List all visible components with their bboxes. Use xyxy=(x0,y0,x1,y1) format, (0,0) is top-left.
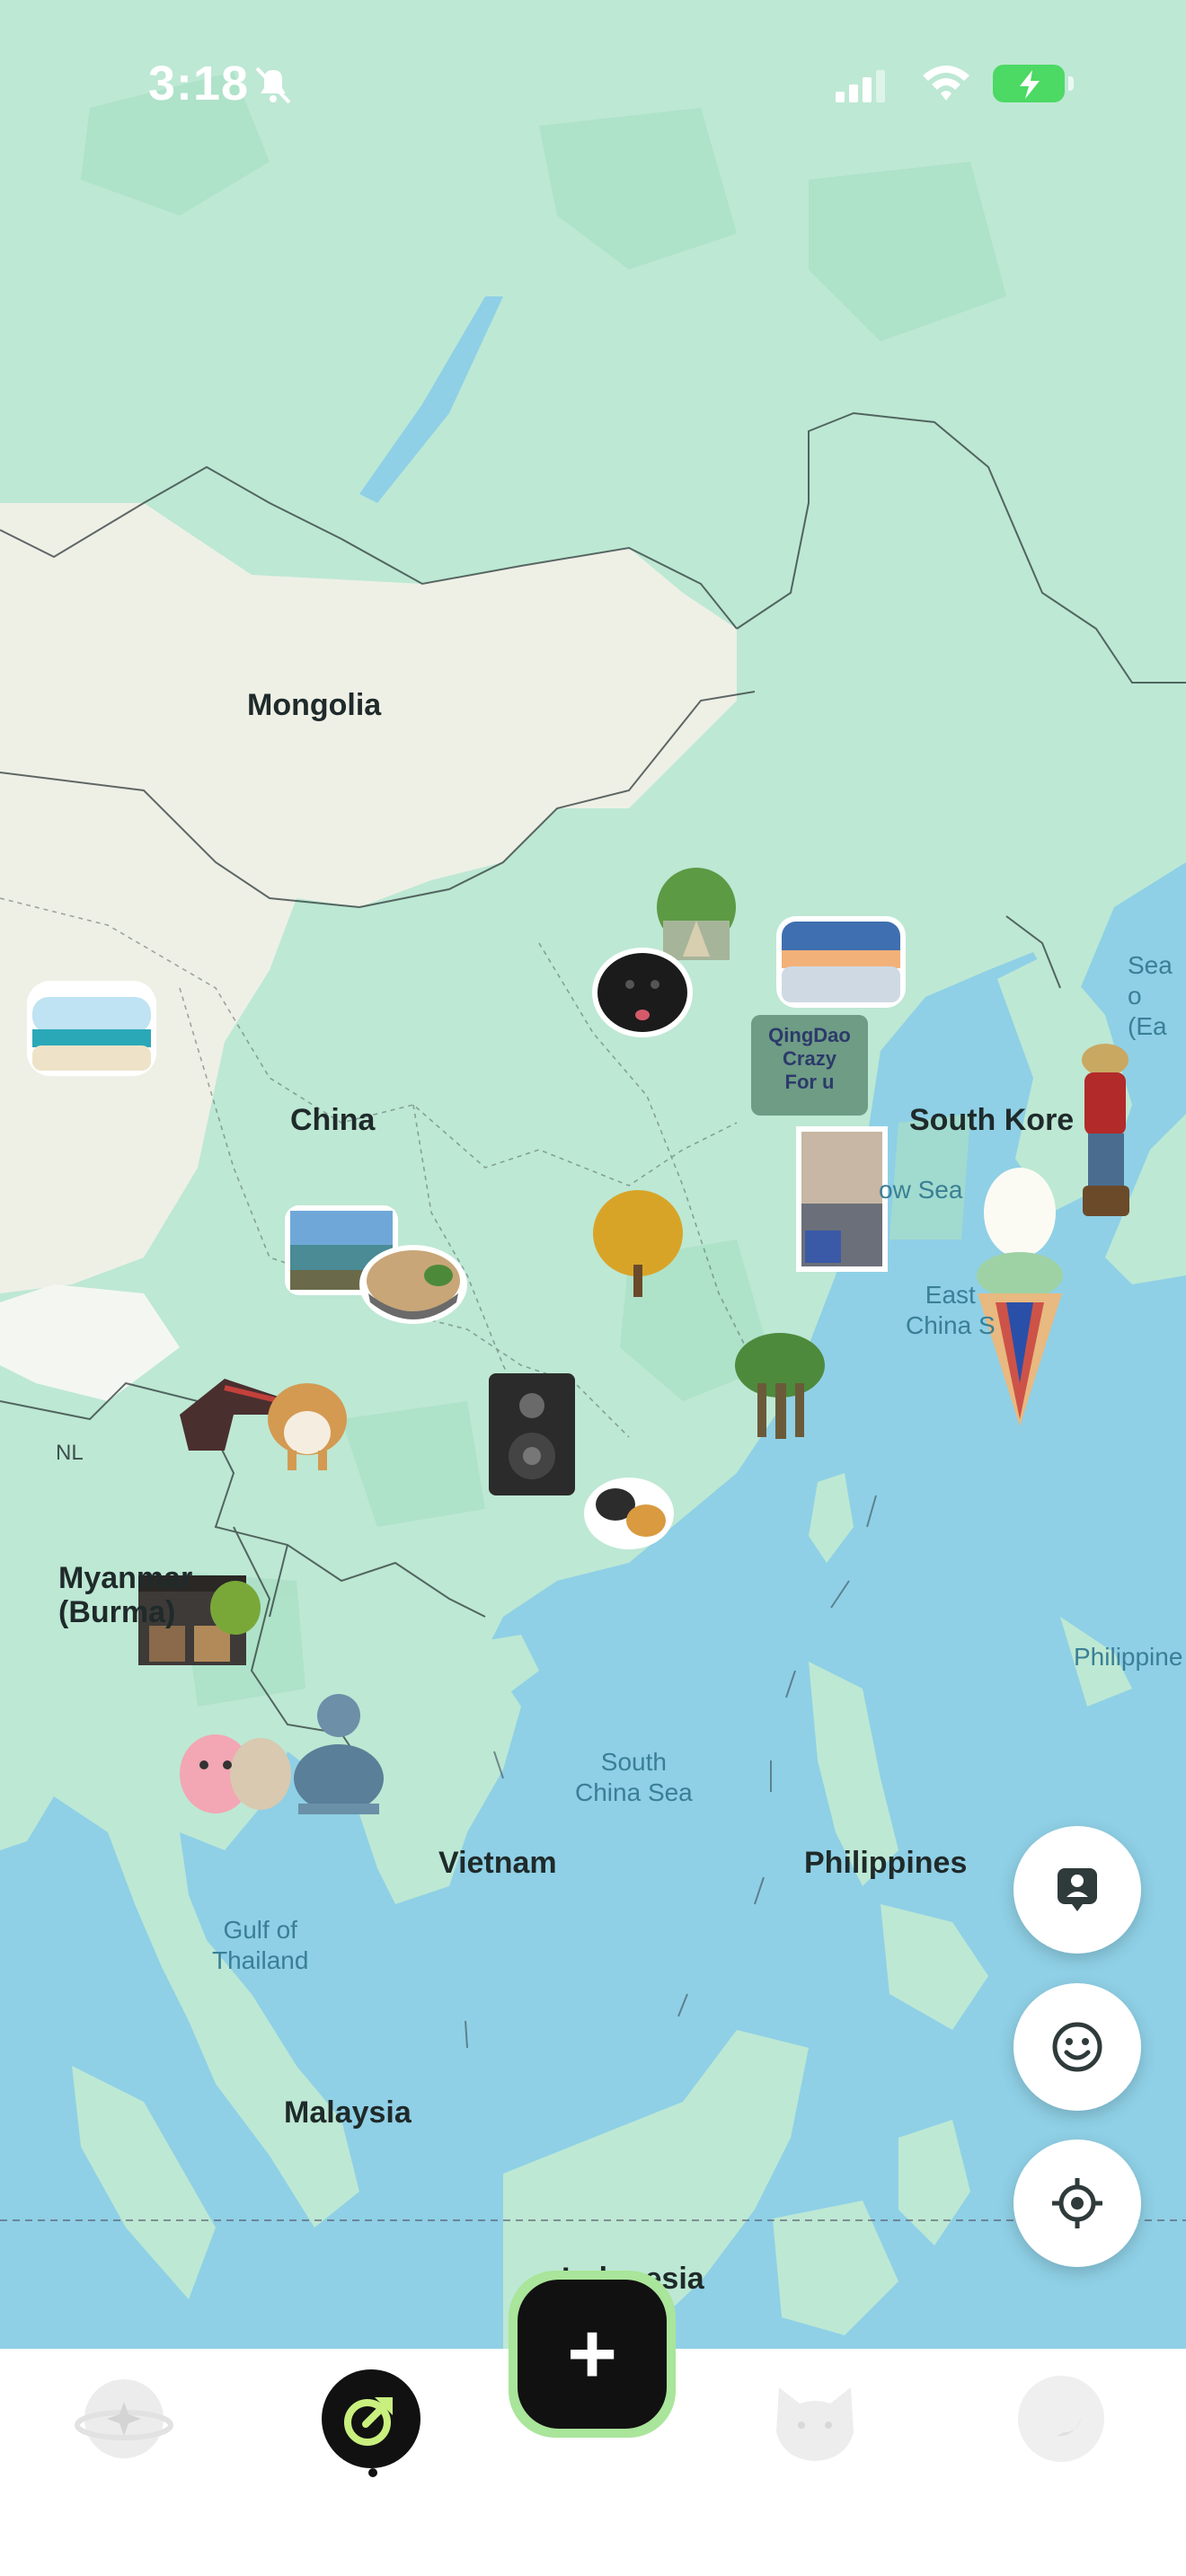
country-label-mongolia: Mongolia xyxy=(247,688,382,722)
country-label-south-korea: South Kore xyxy=(909,1103,1075,1137)
sunrise-sea-sticker[interactable] xyxy=(774,914,907,1010)
country-label-vietnam: Vietnam xyxy=(438,1846,557,1880)
map-marker-label-nl: NL xyxy=(56,1441,84,1465)
emoji-button[interactable] xyxy=(1013,1983,1141,2111)
moon-icon xyxy=(1018,2376,1104,2462)
building-photo-sticker[interactable] xyxy=(792,1123,891,1275)
locate-me-button[interactable] xyxy=(1013,2139,1141,2267)
tab-profile[interactable] xyxy=(1012,2369,1111,2468)
country-label-malaysia: Malaysia xyxy=(284,2095,412,2130)
plush-toys-sticker[interactable] xyxy=(175,1720,292,1819)
contact-card-icon xyxy=(1058,1868,1097,1911)
tab-pets[interactable] xyxy=(766,2369,864,2468)
water-label-yellow-sea: ow Sea xyxy=(879,1176,963,1204)
water-label-philippine-sea: Philippine xyxy=(1074,1643,1183,1671)
noodle-bowl-sticker[interactable] xyxy=(358,1239,470,1329)
add-button[interactable]: + xyxy=(509,2271,676,2438)
planet-sparkle-icon xyxy=(75,2379,173,2458)
beach-sticker[interactable] xyxy=(25,979,158,1078)
active-tab-indicator xyxy=(368,2468,377,2477)
black-dog-sticker[interactable] xyxy=(589,943,696,1042)
cat-face-icon xyxy=(776,2387,854,2461)
country-label-philippines: Philippines xyxy=(804,1846,968,1880)
bell-muted-icon xyxy=(255,66,291,104)
corgi-sticker[interactable] xyxy=(261,1370,355,1473)
tab-map[interactable] xyxy=(322,2369,420,2468)
calico-cat-sticker[interactable] xyxy=(580,1469,678,1558)
battery-charging-icon xyxy=(993,65,1074,102)
wifi-icon xyxy=(923,66,969,101)
banyan-tree-sticker[interactable] xyxy=(730,1329,829,1442)
map-view[interactable]: QingDao Crazy For u Mongolia China South… xyxy=(0,0,1186,2349)
status-bar: 3:18 xyxy=(0,0,1186,171)
qingdao-text-sticker[interactable]: QingDao Crazy For u xyxy=(751,1015,868,1116)
locate-crosshair-icon xyxy=(1052,2178,1102,2228)
water-label-gulf-of-thailand: Gulf of Thailand xyxy=(212,1916,309,1974)
buddha-statue-sticker[interactable] xyxy=(289,1689,388,1819)
ginkgo-tree-sticker[interactable] xyxy=(589,1184,687,1301)
status-time: 3:18 xyxy=(148,57,250,110)
smiley-face-icon xyxy=(1052,2022,1102,2072)
water-label-south-china-sea: South China Sea xyxy=(575,1748,693,1806)
plus-icon: + xyxy=(518,2280,667,2429)
arrow-path-icon xyxy=(344,2397,393,2446)
speaker-sticker[interactable] xyxy=(485,1370,584,1500)
water-label-sea-of-japan: Sea o (Ea xyxy=(1128,951,1173,1040)
country-label-china: China xyxy=(290,1103,376,1137)
contact-card-button[interactable] xyxy=(1013,1826,1141,1954)
country-label-myanmar: Myanmar (Burma) xyxy=(58,1561,193,1629)
water-label-east-china-sea: East China S xyxy=(906,1281,996,1339)
cellular-signal-icon xyxy=(836,70,885,102)
tab-explore[interactable] xyxy=(75,2369,173,2468)
